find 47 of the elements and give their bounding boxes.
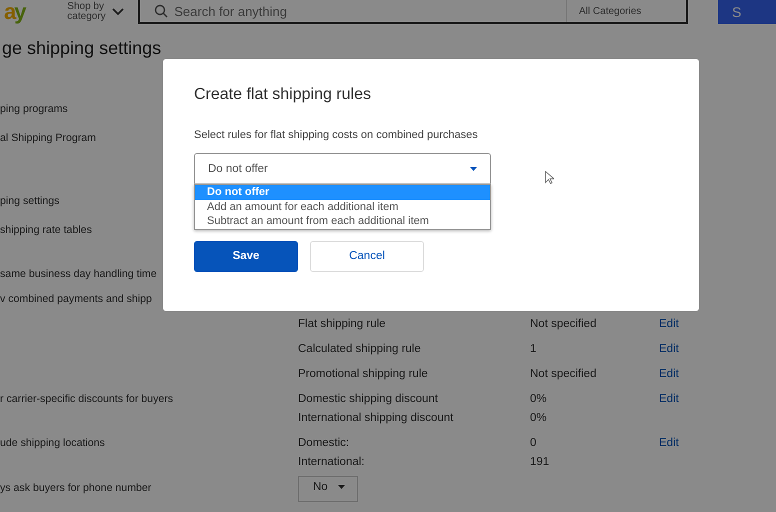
edit-link[interactable]: Edit xyxy=(659,318,679,330)
setting-label: shipping rate tables xyxy=(0,224,92,236)
rule-value: 1 xyxy=(530,343,536,355)
rule-label: Calculated shipping rule xyxy=(298,343,421,355)
setting-label: ude shipping locations xyxy=(0,437,105,449)
phone-number-dropdown[interactable]: No xyxy=(298,476,358,502)
edit-link[interactable]: Edit xyxy=(659,368,679,380)
shop-by-category-button[interactable]: Shop by category xyxy=(67,2,134,22)
cursor-icon xyxy=(545,171,554,184)
rule-label: International shipping discount xyxy=(298,412,454,424)
rule-label: Domestic shipping discount xyxy=(298,393,438,405)
rule-value: Not specified xyxy=(530,318,596,330)
rule-value: 0% xyxy=(530,393,547,405)
dialog-title: Create flat shipping rules xyxy=(194,86,372,104)
setting-label: al Shipping Program xyxy=(0,132,96,144)
setting-label: same business day handling time xyxy=(0,268,157,280)
rule-label: Flat shipping rule xyxy=(298,318,386,330)
rule-label: Domestic: xyxy=(298,437,350,449)
rule-label: International: xyxy=(298,456,364,468)
rule-value: 0 xyxy=(530,437,536,449)
rule-value: 191 xyxy=(530,456,550,468)
rule-value: 0% xyxy=(530,412,547,424)
save-button[interactable]: Save xyxy=(194,240,298,272)
caret-icon xyxy=(470,166,477,170)
edit-link[interactable]: Edit xyxy=(659,393,679,405)
caret-icon xyxy=(338,485,345,489)
page-title: ge shipping settings xyxy=(1,37,162,60)
setting-label: ys ask buyers for phone number xyxy=(0,482,152,494)
dropdown-option[interactable]: Add an amount for each additional item xyxy=(195,200,490,214)
dropdown-option[interactable]: Subtract an amount from each additional item xyxy=(195,214,490,228)
rule-label: Promotional shipping rule xyxy=(298,368,428,380)
rule-select[interactable]: Do not offer xyxy=(194,153,491,184)
setting-label: v combined payments and shipp xyxy=(0,293,152,305)
setting-label: r carrier-specific discounts for buyers xyxy=(0,393,174,405)
search-icon xyxy=(154,4,168,18)
rule-value: Not specified xyxy=(530,368,596,380)
dropdown-option[interactable]: Do not offer xyxy=(195,185,490,200)
edit-link[interactable]: Edit xyxy=(659,437,679,449)
setting-label: ping programs xyxy=(0,103,68,115)
search-field[interactable]: Search for anything All Categories xyxy=(138,0,688,24)
category-select[interactable]: All Categories xyxy=(566,0,686,22)
edit-link[interactable]: Edit xyxy=(659,343,679,355)
dialog-description: Select rules for flat shipping costs on combined purchases xyxy=(194,129,479,141)
cancel-button[interactable]: Cancel xyxy=(310,240,424,272)
setting-label: ping settings xyxy=(0,195,60,207)
search-button[interactable]: S xyxy=(718,0,776,24)
chevron-icon xyxy=(112,8,124,16)
